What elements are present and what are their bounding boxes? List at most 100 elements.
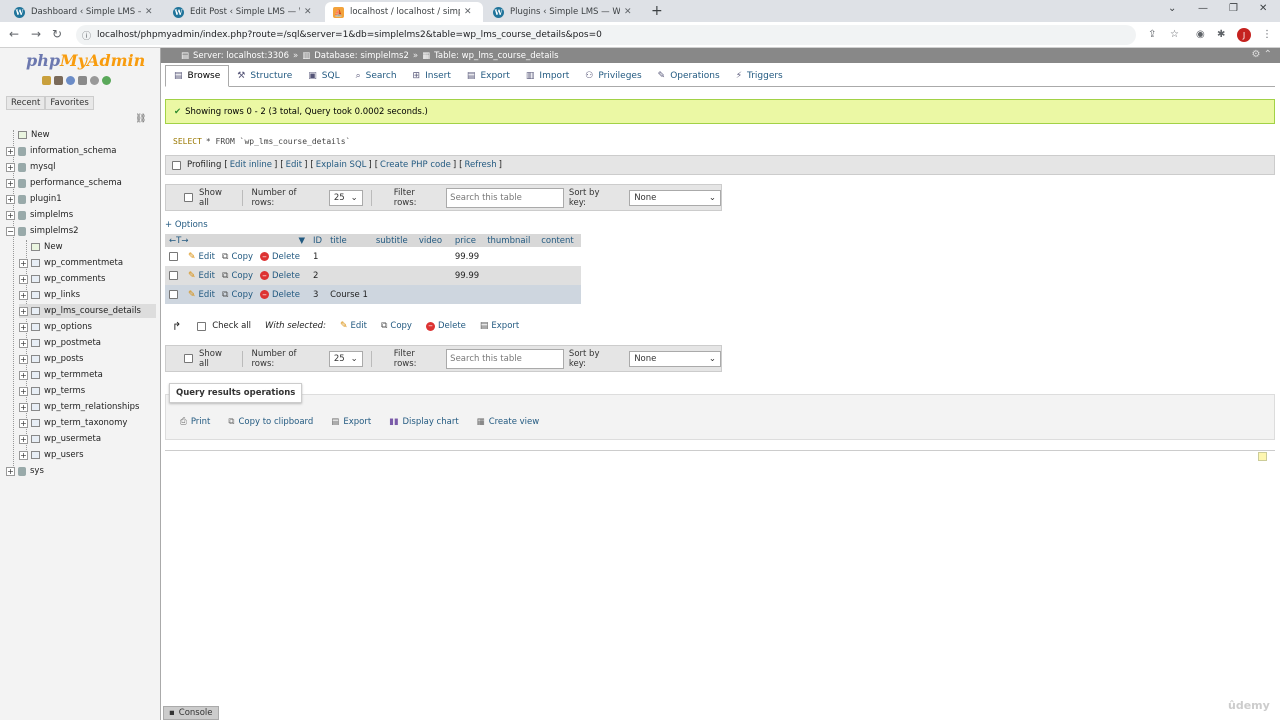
breadcrumb-database[interactable]: Database: simplelms2	[314, 51, 409, 61]
tab-sql[interactable]: ▣ SQL	[300, 65, 347, 87]
row-edit-button[interactable]: ✎ Edit	[188, 252, 215, 262]
tab-export[interactable]: ▤ Export	[459, 65, 518, 87]
tree-item-wp-posts[interactable]: + wp_posts	[19, 352, 156, 366]
refresh-link[interactable]: Refresh	[464, 160, 496, 170]
tree-item-wp-users[interactable]: + wp_users	[19, 448, 156, 462]
cell-price[interactable]	[450, 285, 484, 304]
cell-content[interactable]	[537, 266, 582, 285]
table-row[interactable]: ✎ Edit ⧉ Copy – Delete 1 99.99	[165, 247, 582, 266]
show-all-checkbox[interactable]	[184, 354, 193, 363]
expand-icon[interactable]: +	[6, 162, 15, 172]
row-copy-button[interactable]: ⧉ Copy	[222, 252, 253, 262]
edit-inline-link[interactable]: Edit inline	[230, 160, 272, 170]
row-delete-button[interactable]: – Delete	[260, 252, 300, 262]
expand-icon[interactable]: +	[19, 402, 28, 412]
tab-privileges[interactable]: ⚇ Privileges	[577, 65, 649, 87]
tab-insert[interactable]: ⊞ Insert	[405, 65, 459, 87]
tab-import[interactable]: ▥ Import	[518, 65, 577, 87]
edit-link[interactable]: Edit	[286, 160, 302, 170]
column-header-id[interactable]: ID	[309, 234, 327, 247]
tab-browse[interactable]: ▤ Browse	[165, 65, 230, 87]
bulk-edit-button[interactable]: ✎ Edit	[340, 321, 367, 331]
expand-icon[interactable]: +	[6, 210, 15, 220]
phpmyadmin-logo[interactable]: phpMyAdmin	[26, 51, 145, 70]
number-of-rows-select[interactable]: 25 ⌄	[328, 189, 363, 206]
number-of-rows-select[interactable]: 25 ⌄	[328, 350, 363, 367]
extensions-puzzle-icon[interactable]: ✱	[1217, 29, 1225, 40]
tree-item-wp-comments[interactable]: + wp_comments	[19, 272, 156, 286]
table-row[interactable]: ✎ Edit ⧉ Copy – Delete 3 Course 1	[165, 285, 582, 304]
new-tab-plus-icon[interactable]: +	[651, 3, 663, 19]
tree-item-wp-usermeta[interactable]: + wp_usermeta	[19, 432, 156, 446]
print-button[interactable]: ⎙ Print	[180, 417, 210, 427]
cell-thumbnail[interactable]	[483, 247, 538, 266]
cell-content[interactable]	[537, 247, 582, 266]
sql-query-display[interactable]: SELECT * FROM `wp_lms_course_details`	[165, 127, 1275, 155]
cell-subtitle[interactable]	[371, 247, 415, 266]
cell-title[interactable]	[326, 247, 372, 266]
copy-to-clipboard-button[interactable]: ⧉ Copy to clipboard	[228, 417, 313, 427]
column-resize-arrows-icon[interactable]: ←T→	[169, 236, 188, 246]
tree-item-plugin1[interactable]: + plugin1	[6, 192, 156, 206]
breadcrumb-table[interactable]: Table: wp_lms_course_details	[434, 51, 558, 61]
tree-item-wp-options[interactable]: + wp_options	[19, 320, 156, 334]
reload-navigation-icon[interactable]	[102, 76, 111, 85]
column-header-thumbnail[interactable]: thumbnail	[483, 234, 538, 247]
window-close-icon[interactable]: ✕	[1259, 3, 1267, 14]
tree-item-wp-postmeta[interactable]: + wp_postmeta	[19, 336, 156, 350]
help-icon[interactable]	[66, 76, 75, 85]
check-all-label[interactable]: Check all	[212, 321, 251, 331]
cell-video[interactable]	[414, 285, 451, 304]
create-view-button[interactable]: ▦ Create view	[477, 417, 540, 427]
expand-icon[interactable]: +	[6, 178, 15, 188]
cell-subtitle[interactable]	[371, 285, 415, 304]
tree-item-simplelms[interactable]: + simplelms	[6, 208, 156, 222]
cell-content[interactable]	[537, 285, 582, 304]
expand-icon[interactable]: +	[19, 290, 28, 300]
recent-tab[interactable]: Recent	[6, 96, 46, 110]
tree-item-New[interactable]: New	[19, 240, 156, 254]
column-header-subtitle[interactable]: subtitle	[371, 234, 415, 247]
cell-price[interactable]: 99.99	[450, 266, 484, 285]
tab-search-chevron-icon[interactable]: ⌄	[1168, 3, 1176, 14]
column-header-video[interactable]: video	[414, 234, 451, 247]
browser-menu-icon[interactable]: ⋮	[1262, 29, 1272, 40]
share-icon[interactable]: ⇪	[1148, 29, 1156, 40]
docs-icon[interactable]	[78, 76, 87, 85]
forward-arrow-icon[interactable]: →	[31, 27, 41, 41]
cell-subtitle[interactable]	[371, 266, 415, 285]
tree-item-wp-term-relationships[interactable]: + wp_term_relationships	[19, 400, 156, 414]
row-copy-button[interactable]: ⧉ Copy	[222, 290, 253, 300]
cell-thumbnail[interactable]	[483, 266, 538, 285]
tree-item-wp-lms-course-details[interactable]: + wp_lms_course_details	[19, 304, 156, 318]
display-chart-button[interactable]: ▮▮ Display chart	[389, 417, 459, 427]
close-icon[interactable]: ✕	[145, 7, 153, 17]
profiling-checkbox[interactable]	[172, 160, 181, 170]
row-checkbox[interactable]	[169, 270, 178, 280]
browser-tab-plugins[interactable]: W Plugins ‹ Simple LMS — WordPre ✕	[485, 2, 643, 22]
close-icon[interactable]: ✕	[304, 7, 312, 17]
expand-icon[interactable]: +	[19, 434, 28, 444]
extension-globe-icon[interactable]: ◉	[1196, 29, 1205, 40]
console-button[interactable]: ▪ Console	[163, 706, 219, 720]
export-button[interactable]: ▤ Export	[331, 417, 371, 427]
explain-sql-link[interactable]: Explain SQL	[316, 160, 367, 170]
browser-tab-dashboard[interactable]: W Dashboard ‹ Simple LMS — Wor ✕	[6, 2, 161, 22]
row-edit-button[interactable]: ✎ Edit	[188, 271, 215, 281]
cell-video[interactable]	[414, 247, 451, 266]
expand-icon[interactable]: +	[19, 322, 28, 332]
bookmark-star-icon[interactable]: ☆	[1170, 29, 1179, 40]
favorites-tab[interactable]: Favorites	[45, 96, 94, 110]
minimize-icon[interactable]: —	[1198, 3, 1208, 14]
tree-item-sys[interactable]: + sys	[6, 464, 156, 478]
tree-item-wp-commentmeta[interactable]: + wp_commentmeta	[19, 256, 156, 270]
tree-item-mysql[interactable]: + mysql	[6, 160, 156, 174]
bookmark-note-icon[interactable]	[1258, 452, 1267, 461]
logout-icon[interactable]	[54, 76, 63, 85]
tree-item-wp-terms[interactable]: + wp_terms	[19, 384, 156, 398]
home-icon[interactable]	[42, 76, 51, 85]
tab-triggers[interactable]: ⚡ Triggers	[728, 65, 791, 87]
back-arrow-icon[interactable]: ←	[9, 27, 19, 41]
expand-icon[interactable]: +	[6, 146, 15, 156]
expand-icon[interactable]: +	[6, 466, 15, 476]
